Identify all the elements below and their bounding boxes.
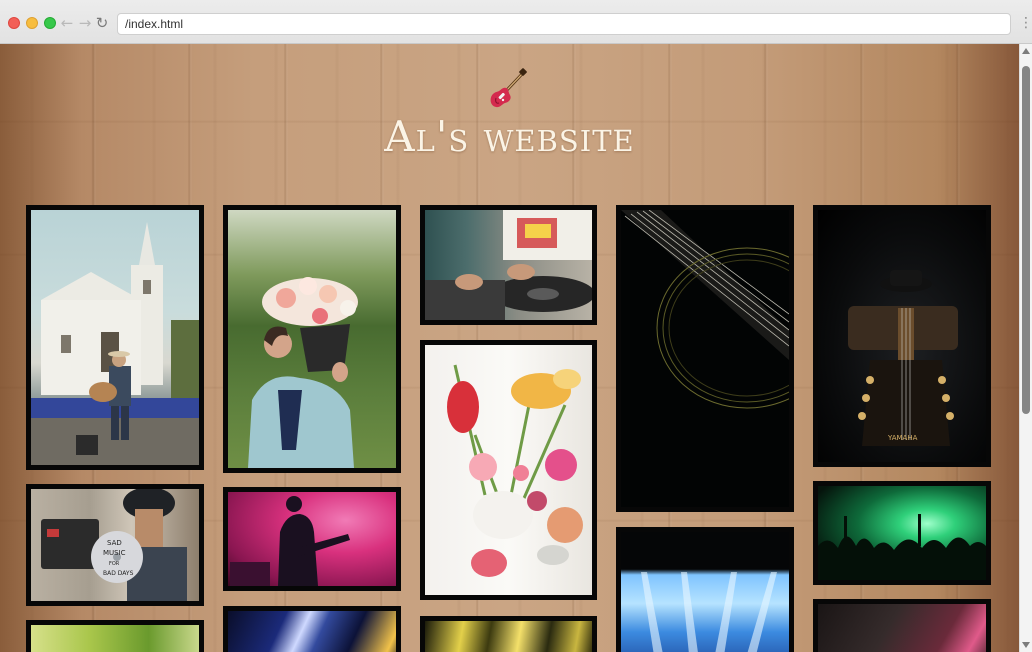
electric-guitar-icon — [490, 68, 527, 108]
scrollbar-thumb[interactable] — [1022, 66, 1030, 414]
address-bar[interactable]: /index.html — [117, 13, 1011, 35]
site-title: Al's website — [384, 112, 635, 161]
close-window-button[interactable] — [8, 17, 20, 29]
gallery-image-plant-leaves[interactable] — [26, 620, 204, 652]
gallery-image-sad-music-cd[interactable]: SAD MUSIC FOR BAD DAYS — [26, 484, 204, 606]
gallery-image-woman-with-flowers[interactable] — [223, 205, 401, 473]
gallery-image-acoustic-guitar[interactable] — [616, 205, 794, 512]
gallery-image-flower-bouquet[interactable] — [420, 340, 597, 600]
gallery-image-stage-lights[interactable] — [223, 606, 401, 652]
gallery-image-singer-red-stage[interactable] — [813, 599, 991, 652]
minimize-window-button[interactable] — [26, 17, 38, 29]
gallery-image-church-guitarist[interactable] — [26, 205, 204, 470]
gallery-image-stage-blue-lights[interactable] — [616, 527, 794, 652]
scroll-down-arrow-icon[interactable] — [1022, 642, 1030, 648]
svg-text:SAD: SAD — [107, 539, 122, 547]
forward-arrow-icon[interactable]: → — [77, 14, 93, 32]
gallery-image-guitar-headstock[interactable]: YAMAHA — [813, 205, 991, 467]
page-scrollbar[interactable] — [1019, 44, 1032, 652]
gallery-image-guitarist-pink-stage[interactable] — [223, 487, 401, 591]
page-viewport: Al's website SAD MUSIC FOR BAD DAYS YAMA… — [0, 44, 1019, 652]
back-arrow-icon[interactable]: ← — [59, 14, 75, 32]
svg-text:FOR: FOR — [109, 561, 120, 567]
svg-text:BAD DAYS: BAD DAYS — [103, 570, 134, 577]
headstock-text: YAMAHA — [887, 434, 918, 442]
scroll-up-arrow-icon[interactable] — [1022, 48, 1030, 54]
browser-toolbar: ← → ↻ /index.html ⋮ — [0, 0, 1032, 44]
browser-menu-icon[interactable]: ⋮ — [1019, 14, 1032, 32]
maximize-window-button[interactable] — [44, 17, 56, 29]
gallery-image-dj-turntable[interactable] — [420, 205, 597, 325]
svg-text:MUSIC: MUSIC — [103, 549, 126, 557]
gallery-image-concert-crowd[interactable] — [813, 481, 991, 585]
gallery-image-light-beams[interactable] — [420, 616, 597, 652]
reload-icon[interactable]: ↻ — [94, 14, 110, 32]
